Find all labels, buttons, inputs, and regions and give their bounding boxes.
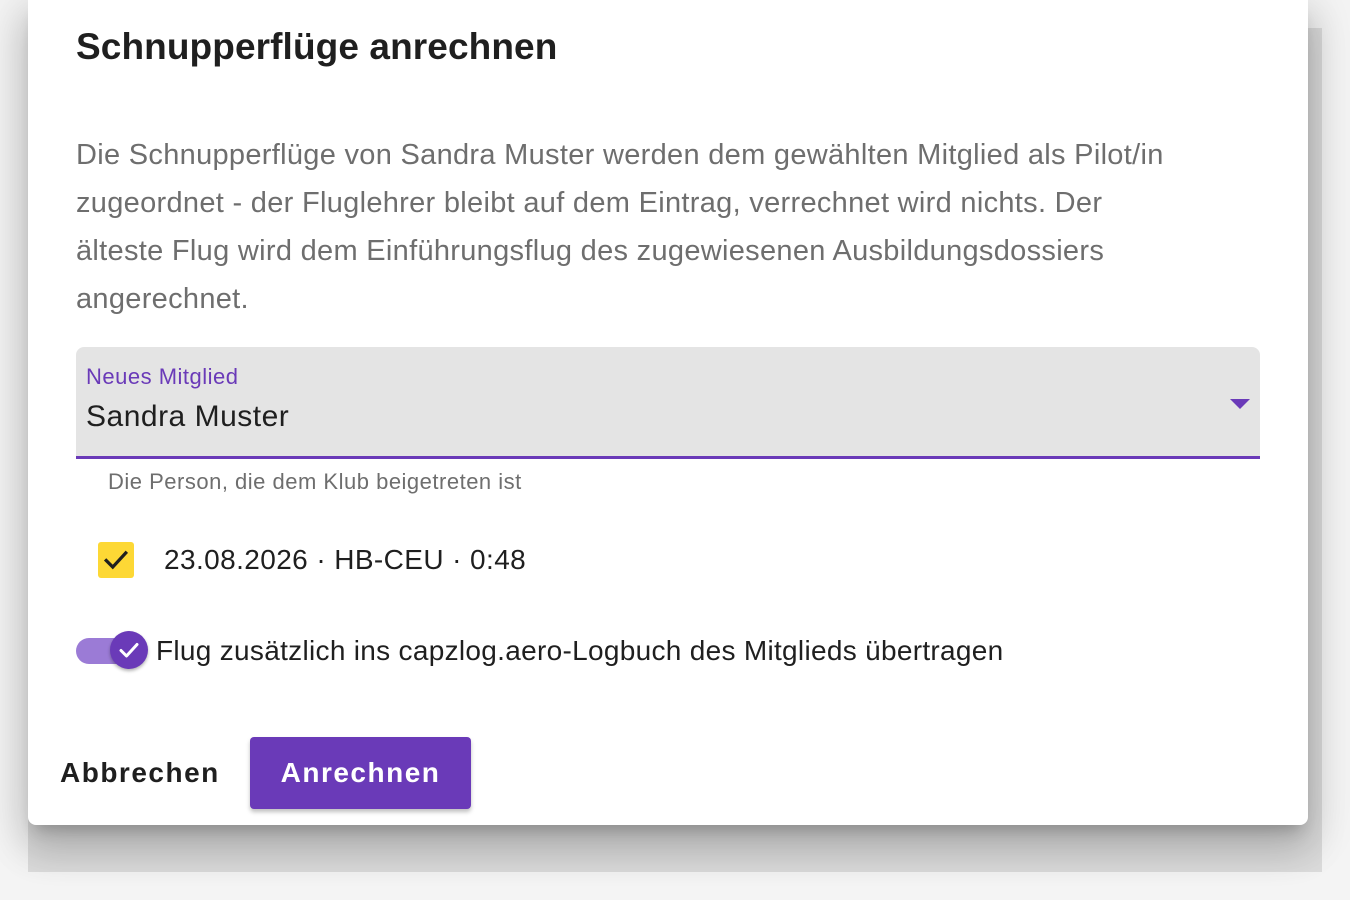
flight-label: 23.08.2026 · HB-CEU · 0:48 <box>164 544 527 575</box>
toggle-thumb <box>110 631 148 669</box>
member-select-value: Sandra Muster <box>86 400 290 433</box>
logbook-toggle-label: Flug zusätzlich ins capzlog.aero-Logbuch… <box>156 635 1004 666</box>
dialog-actions: Abbrechen Anrechnen <box>28 737 1308 809</box>
member-select-hint: Die Person, die dem Klub beigetreten ist <box>108 469 522 494</box>
member-select[interactable]: Neues Mitglied Sandra Muster <box>76 347 1260 459</box>
cancel-button[interactable]: Abbrechen <box>44 737 236 809</box>
flight-item[interactable]: 23.08.2026 · HB-CEU · 0:48 <box>98 540 526 580</box>
submit-button[interactable]: Anrechnen <box>250 737 471 809</box>
dialog-description: Die Schnupperflüge von Sandra Muster wer… <box>76 139 1164 315</box>
logbook-toggle[interactable] <box>76 628 152 674</box>
checkmark-icon <box>103 550 129 570</box>
dropdown-arrow-icon <box>1230 399 1250 409</box>
dialog-title: Schnupperflüge anrechnen <box>76 26 558 67</box>
flight-checkbox[interactable] <box>98 542 134 578</box>
checkmark-icon <box>119 643 139 658</box>
member-select-label: Neues Mitglied <box>86 364 239 389</box>
assign-trial-flights-dialog: Schnupperflüge anrechnen Die Schnupperfl… <box>28 0 1308 825</box>
logbook-toggle-row: Flug zusätzlich ins capzlog.aero-Logbuch… <box>76 628 1004 674</box>
